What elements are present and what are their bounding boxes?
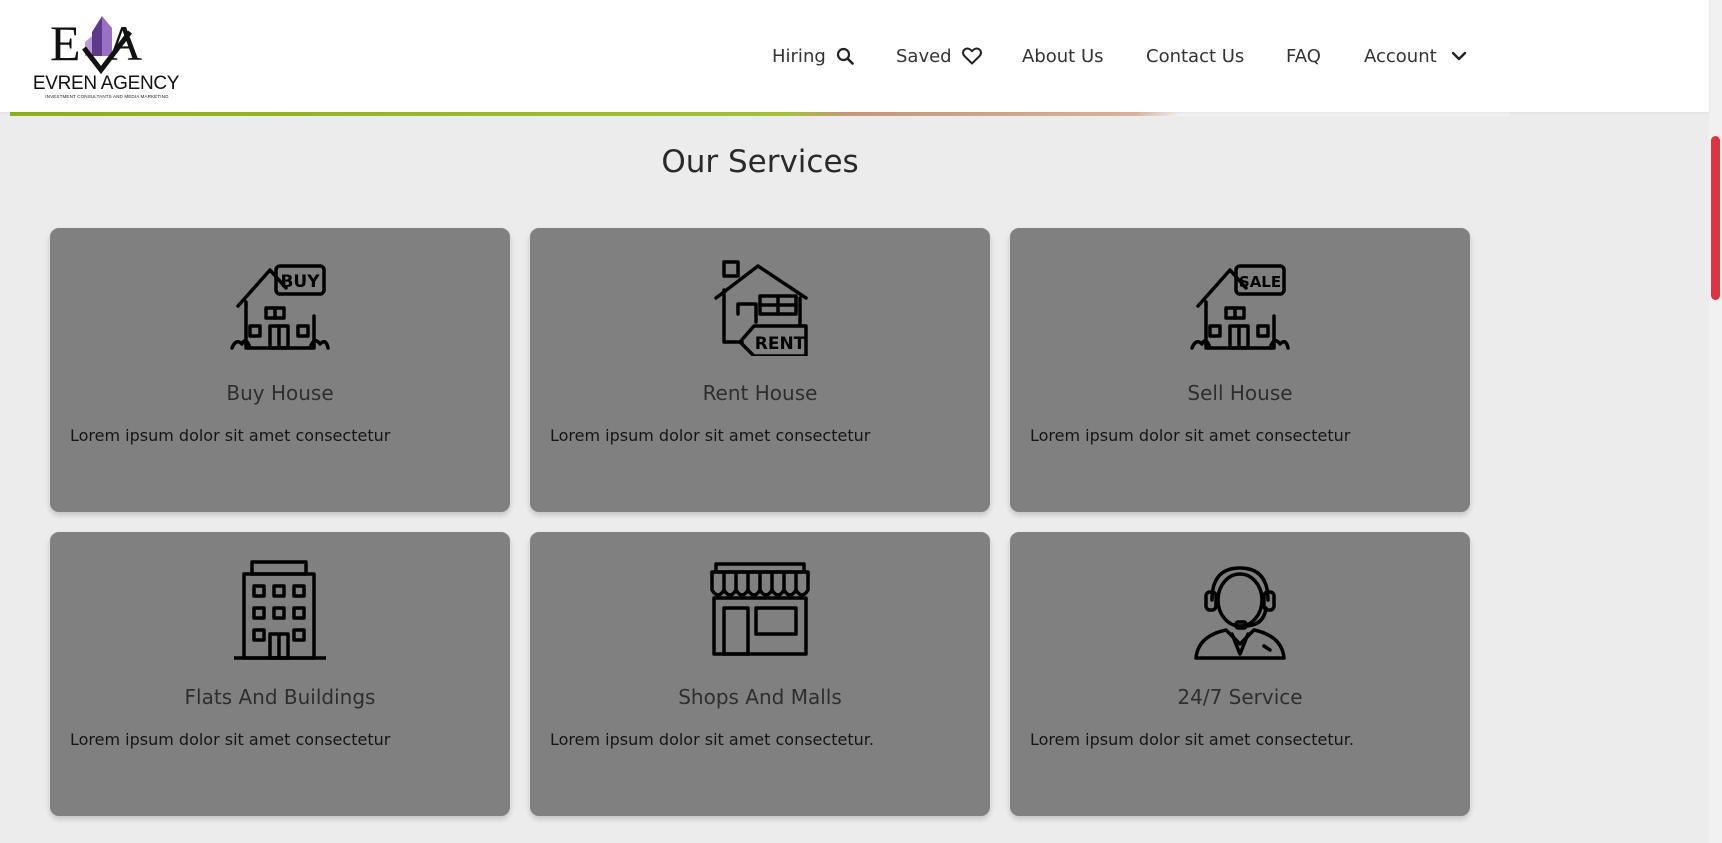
brand-tagline: INVESTMENT CONSULTANTS AND MEDIA MARKETI…	[45, 94, 169, 99]
service-card-description: Lorem ipsum dolor sit amet consectetur.	[1030, 730, 1354, 749]
service-card-sell-house[interactable]: SALE Sell House Lorem ipsum dolor sit am…	[1010, 228, 1470, 512]
nav-saved[interactable]: Saved	[896, 41, 982, 71]
nav-hiring-label: Hiring	[772, 45, 826, 67]
svg-text:RENT: RENT	[755, 334, 806, 354]
service-card-title: 24/7 Service	[1177, 685, 1303, 709]
nav-about-us[interactable]: About Us	[1022, 41, 1104, 71]
nav-account[interactable]: Account	[1364, 41, 1467, 71]
service-card-description: Lorem ipsum dolor sit amet consectetur.	[550, 730, 874, 749]
services-grid: BUY Buy House Lorem ipsum dolor sit amet…	[50, 228, 1472, 818]
nav-hiring[interactable]: Hiring	[772, 41, 854, 71]
service-card-description: Lorem ipsum dolor sit amet consectetur	[70, 730, 391, 749]
chevron-down-icon	[1451, 51, 1467, 61]
nav-saved-label: Saved	[896, 45, 952, 67]
nav-contact-us[interactable]: Contact Us	[1146, 41, 1244, 71]
service-card-title: Buy House	[226, 381, 334, 405]
house-buy-sign-icon: BUY	[230, 256, 330, 356]
service-card-buy-house[interactable]: BUY Buy House Lorem ipsum dolor sit amet…	[50, 228, 510, 512]
support-agent-headset-icon	[1190, 560, 1290, 660]
brand-name: EVREN AGENCY	[32, 73, 180, 94]
main-nav: Hiring Saved About Us Contact Us FAQ Acc…	[0, 41, 1709, 71]
service-card-flats-buildings[interactable]: Flats And Buildings Lorem ipsum dolor si…	[50, 532, 510, 816]
heart-icon	[961, 47, 982, 65]
nav-account-label: Account	[1364, 45, 1437, 67]
service-card-shops-malls[interactable]: Shops And Malls Lorem ipsum dolor sit am…	[530, 532, 990, 816]
nav-faq[interactable]: FAQ	[1286, 41, 1321, 71]
service-card-description: Lorem ipsum dolor sit amet consectetur	[550, 426, 871, 445]
house-rent-sign-icon: RENT	[710, 256, 810, 358]
service-card-rent-house[interactable]: RENT Rent House Lorem ipsum dolor sit am…	[530, 228, 990, 512]
service-card-title: Sell House	[1187, 381, 1293, 405]
scrollbar[interactable]	[1709, 0, 1722, 843]
svg-text:SALE: SALE	[1239, 273, 1281, 291]
service-card-24-7[interactable]: 24/7 Service Lorem ipsum dolor sit amet …	[1010, 532, 1470, 816]
house-sale-sign-icon: SALE	[1190, 256, 1290, 356]
service-card-description: Lorem ipsum dolor sit amet consectetur	[1030, 426, 1351, 445]
site-header: E A EVREN AGENCY INVESTMENT CONSULTANTS …	[0, 0, 1709, 112]
service-card-title: Shops And Malls	[678, 685, 842, 709]
search-icon	[836, 47, 854, 65]
svg-text:BUY: BUY	[280, 272, 320, 292]
service-card-description: Lorem ipsum dolor sit amet consectetur	[70, 426, 391, 445]
service-card-title: Rent House	[702, 381, 818, 405]
scrollbar-thumb[interactable]	[1711, 136, 1720, 300]
services-title: Our Services	[661, 144, 859, 180]
shop-awning-icon	[710, 560, 810, 660]
building-icon	[230, 560, 330, 660]
service-card-title: Flats And Buildings	[184, 685, 376, 709]
